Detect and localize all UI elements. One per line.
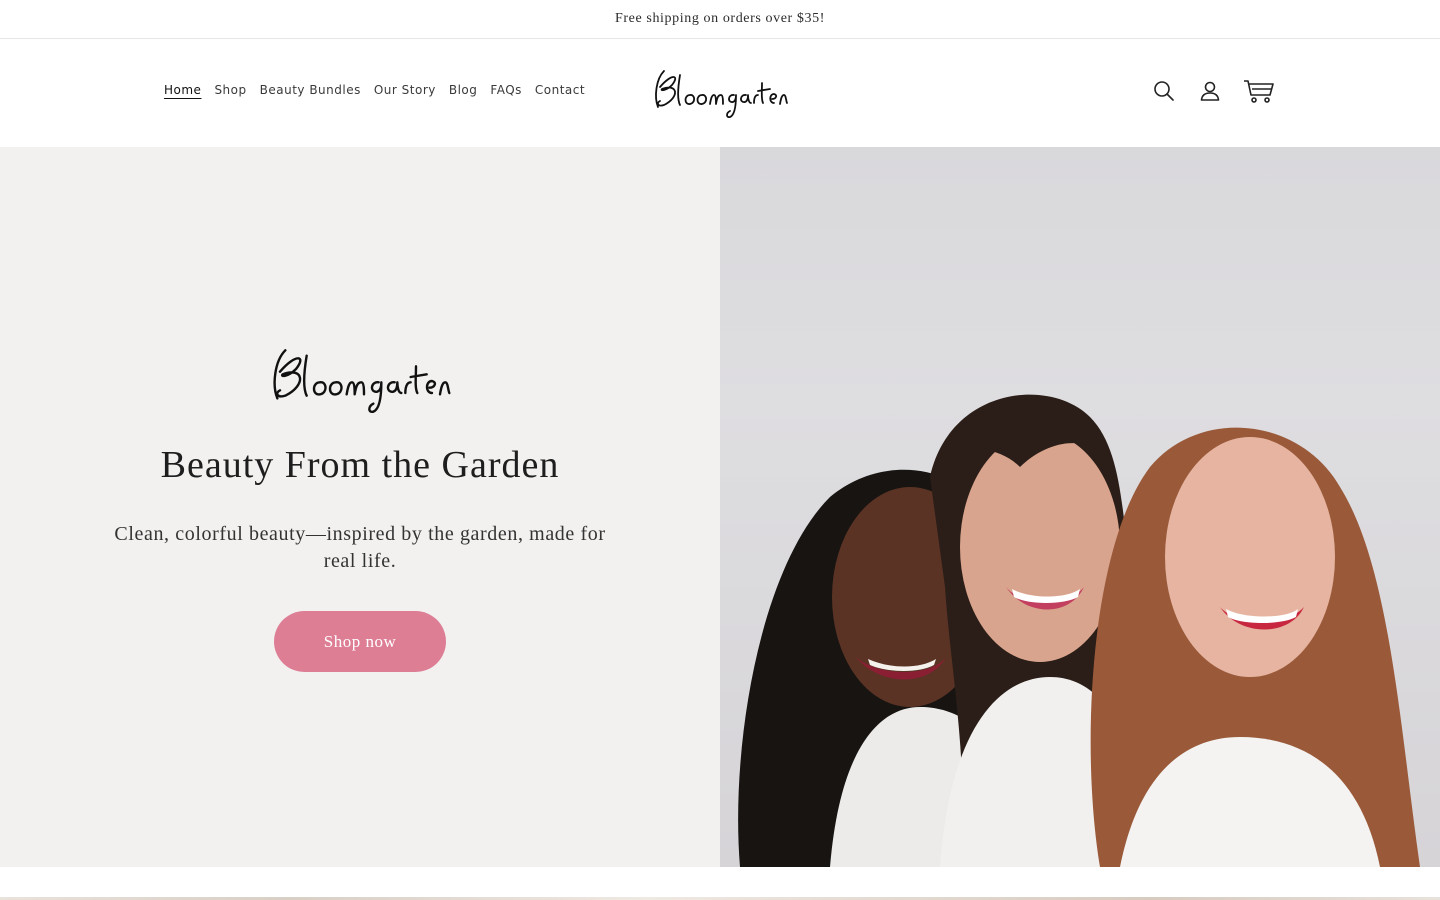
main-nav: Home Shop Beauty Bundles Our Story Blog …: [164, 83, 585, 97]
nav-item-shop[interactable]: Shop: [214, 83, 246, 97]
nav-item-blog[interactable]: Blog: [449, 83, 478, 97]
nav-item-beauty-bundles[interactable]: Beauty Bundles: [260, 83, 361, 97]
search-icon[interactable]: [1150, 77, 1177, 104]
nav-item-contact[interactable]: Contact: [535, 83, 585, 97]
nav-item-faqs[interactable]: FAQs: [490, 83, 522, 97]
next-section-preview: [0, 867, 1440, 900]
announcement-text: Free shipping on orders over $35!: [615, 11, 825, 26]
hero-section: Beauty From the Garden Clean, colorful b…: [0, 147, 1440, 867]
hero-brand-logo: [264, 337, 456, 417]
announcement-bar: Free shipping on orders over $35!: [0, 0, 1440, 39]
header-icons: [1150, 77, 1276, 104]
account-icon[interactable]: [1196, 77, 1223, 104]
hero-photo-three-women: [720, 147, 1440, 867]
site-header: Home Shop Beauty Bundles Our Story Blog …: [0, 39, 1440, 147]
nav-item-home[interactable]: Home: [164, 83, 201, 97]
nav-item-our-story[interactable]: Our Story: [374, 83, 436, 97]
shop-now-button[interactable]: Shop now: [274, 611, 446, 672]
hero-subtitle: Clean, colorful beauty—inspired by the g…: [114, 523, 606, 572]
cart-icon[interactable]: [1242, 77, 1276, 104]
brand-logo[interactable]: [650, 61, 790, 121]
hero-title: Beauty From the Garden: [160, 444, 560, 486]
hero-text-panel: Beauty From the Garden Clean, colorful b…: [0, 147, 720, 867]
